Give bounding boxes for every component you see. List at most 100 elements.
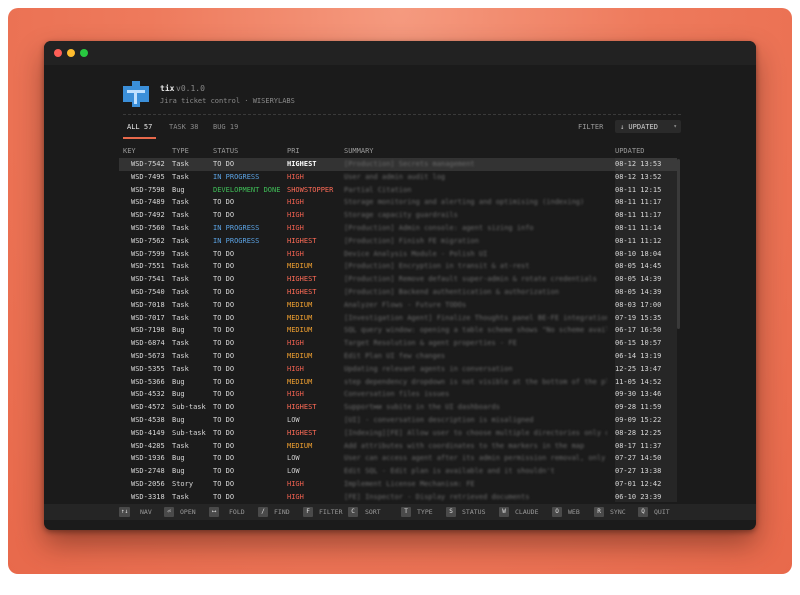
ticket-priority: HIGHEST [287,160,317,168]
ticket-updated: 09-09 15:22 [615,413,677,427]
ticket-priority: HIGH [287,211,304,220]
ticket-updated: 08-12 13:53 [615,158,677,171]
ticket-status: TO DO [213,403,235,412]
ticket-key: WSD-7018 [131,300,165,309]
table-row[interactable]: WSD-7560 Task IN PROGRESS HIGH [Production] … [119,221,677,235]
ticket-type: Task [172,172,189,181]
close-button[interactable] [54,49,62,57]
ticket-type: Bug [172,377,185,386]
ticket-key: WSD-2748 [131,467,165,476]
ticket-type: Sub-task [172,428,206,437]
ticket-priority: HIGHEST [287,275,317,284]
ticket-status: TO DO [213,415,235,424]
ticket-priority: LOW [287,467,300,476]
table-row[interactable]: WSD-7541 Task TO DO HIGHEST [Production] Rem… [119,273,677,286]
table-row[interactable]: WSD-7489 Task TO DO HIGH Storage monitoring … [119,196,677,210]
tab-task[interactable]: TASK 38 [169,123,199,131]
ticket-status: TO DO [213,275,235,284]
tab-bug[interactable]: BUG 19 [213,123,238,131]
filter-button[interactable]: FILTER [578,123,603,131]
ticket-status: DEVELOPMENT DONE [213,185,281,194]
shortcut-key-find: / [258,507,268,517]
ticket-type: Bug [172,467,185,476]
table-row[interactable]: WSD-2748 Bug TO DO LOW Edit SQL - Edit plan … [119,465,677,478]
ticket-summary: Analyzer Flows - Future TODOs [344,300,467,309]
ticket-priority: MEDIUM [287,326,313,335]
ticket-status: TO DO [213,441,235,450]
table-row[interactable]: WSD-5366 Bug TO DO MEDIUM step dependency dr… [119,375,677,389]
column-header-key[interactable]: KEY [123,147,136,155]
ticket-priority: HIGHEST [287,403,317,412]
sort-select[interactable]: ↓ UPDATED ▾ [615,120,681,133]
column-header-updated[interactable]: UPDATED [615,147,645,155]
table-row[interactable]: WSD-7599 Task TO DO HIGH Device Analysis Mod… [119,247,677,261]
column-header-status[interactable]: STATUS [213,147,238,155]
ticket-type: Task [172,287,189,296]
ticket-type: Task [172,211,189,220]
ticket-priority: HIGH [287,172,304,181]
table-row[interactable]: WSD-7562 Task IN PROGRESS HIGHEST [Productio… [119,234,677,248]
shortcut-label-type: TYPE [417,508,433,516]
ticket-type: Sub-task [172,403,206,412]
ticket-status: IN PROGRESS [213,172,260,181]
ticket-summary: Target Resolution & agent properties - F… [344,339,517,348]
table-row[interactable]: WSD-7542 Task TO DO HIGHEST [Production] Sec… [119,158,677,171]
table-row[interactable]: WSD-2056 Story TO DO HIGH Implement License … [119,477,677,491]
ticket-key: WSD-5366 [131,377,165,386]
ticket-summary: User can access agent after its admin pe… [344,454,606,463]
ticket-summary: Partial Citation [344,185,412,194]
minimize-button[interactable] [67,49,75,57]
table-row[interactable]: WSD-7495 Task IN PROGRESS HIGH User and admi… [119,170,677,184]
table-row[interactable]: WSD-7598 Bug DEVELOPMENT DONE SHOWSTOPPER Pa… [119,183,677,197]
scrollbar-thumb[interactable] [677,159,680,329]
table-row[interactable]: WSD-5355 Task TO DO HIGH Updating relevant a… [119,362,677,376]
ticket-status: IN PROGRESS [213,223,260,232]
column-header-type[interactable]: TYPE [172,147,189,155]
ticket-status: TO DO [213,364,235,373]
tab-all[interactable]: ALL 57 [127,123,152,131]
ticket-status: TO DO [213,390,235,399]
ticket-updated: 07-19 15:35 [615,311,677,325]
table-row[interactable]: WSD-4149 Sub-task TO DO HIGHEST [Indexing][F… [119,426,677,440]
shortcut-label-find: FIND [274,508,290,516]
ticket-key: WSD-1936 [131,454,165,463]
column-header-summary[interactable]: SUMMARY [344,147,374,155]
table-row[interactable]: WSD-7017 Task TO DO MEDIUM [Investigation Ag… [119,311,677,325]
table-row[interactable]: WSD-7540 Task TO DO HIGHEST [Production] Bac… [119,285,677,299]
maximize-button[interactable] [80,49,88,57]
app-logo-icon [123,81,149,107]
table-row[interactable]: WSD-6874 Task TO DO HIGH Target Resolution &… [119,337,677,350]
table-row[interactable]: WSD-1936 Bug TO DO LOW User can access agent… [119,452,677,466]
ticket-type: Task [172,236,189,245]
table-row[interactable]: WSD-7551 Task TO DO MEDIUM [Production] Encr… [119,260,677,274]
table-row[interactable]: WSD-3318 Task TO DO HIGH [FE] Inspector - Di… [119,490,677,502]
ticket-summary: [Indexing][FE] Allow user to choose mult… [344,428,607,437]
ticket-key: WSD-7017 [131,313,165,322]
shortcut-label-filter: FILTER [319,508,343,516]
table-row[interactable]: WSD-4532 Bug TO DO HIGH Conversation files i… [119,388,677,402]
ticket-priority: HIGHEST [287,428,317,437]
table-row[interactable]: WSD-4285 Task TO DO MEDIUM Add attributes wi… [119,439,677,453]
table-row[interactable]: WSD-7018 Task TO DO MEDIUM Analyzer Flows - … [119,298,677,312]
table-row[interactable]: WSD-4538 Bug TO DO LOW [UI] - conversation d… [119,413,677,427]
ticket-key: WSD-5673 [131,351,165,360]
ticket-key: WSD-7492 [131,211,165,220]
column-header-priority[interactable]: PRI [287,147,300,155]
ticket-priority: HIGHEST [287,287,317,296]
ticket-updated: 06-10 23:39 [615,490,677,502]
ticket-status: TO DO [213,377,235,386]
ticket-summary: [UI] - conversation description is misal… [344,415,534,424]
ticket-updated: 08-11 11:17 [615,209,677,222]
ticket-priority: MEDIUM [287,377,313,386]
table-row[interactable]: WSD-7492 Task TO DO HIGH Storage capacity gu… [119,209,677,222]
shortcut-label-fold: FOLD [229,508,245,516]
table-row[interactable]: WSD-4572 Sub-task TO DO HIGHEST Supportми su… [119,401,677,414]
scrollbar[interactable] [677,147,680,502]
ticket-key: WSD-7542 [131,160,165,168]
ticket-priority: HIGH [287,479,304,488]
shortcut-label-web: WEB [568,508,580,516]
table-row[interactable]: WSD-5673 Task TO DO MEDIUM Edit Plan UI few … [119,349,677,363]
table-row[interactable]: WSD-7198 Bug TO DO MEDIUM SQL query window: … [119,324,677,338]
ticket-key: WSD-7489 [131,198,165,207]
ticket-summary: Edit Plan UI few changes [344,351,446,360]
